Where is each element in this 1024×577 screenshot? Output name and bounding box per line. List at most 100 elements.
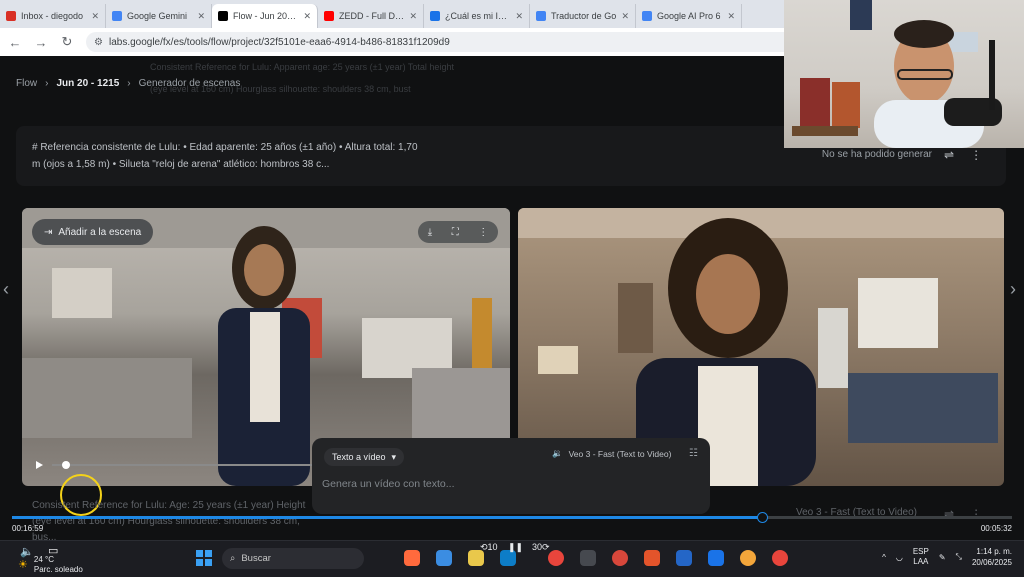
breadcrumb: Flow › Jun 20 - 1215 › Generador de esce…: [16, 78, 240, 89]
add-to-scene-label: Añadir a la escena: [58, 226, 142, 238]
clock-time: 1:14 p. m.: [976, 547, 1012, 556]
close-tab-icon[interactable]: ✕: [409, 11, 417, 22]
language-label: ESP: [912, 547, 929, 556]
tab-title: ¿Cuál es mi IP? U: [445, 11, 510, 21]
language-sub-label: LAA: [913, 557, 929, 566]
close-tab-icon[interactable]: ✕: [303, 11, 311, 22]
chevron-up-icon[interactable]: ^: [882, 553, 886, 562]
taskbar-search[interactable]: ⌕ Buscar: [222, 548, 364, 569]
search-icon: ⌕: [230, 553, 236, 564]
app-icon[interactable]: [612, 550, 628, 566]
play-icon[interactable]: [36, 461, 43, 469]
webcam-frame: [792, 0, 1002, 148]
tab-title: Google Gemini: [127, 11, 188, 21]
browser-tab[interactable]: Google AI Pro 6 ✕: [636, 4, 742, 28]
browser-tab[interactable]: ZEDD - Full DJ S ✕: [318, 4, 424, 28]
prompt-card-actions: ⇌ ⋮: [944, 148, 982, 162]
app-icon[interactable]: [436, 550, 452, 566]
tab-favicon-icon: [430, 11, 440, 21]
mode-selector[interactable]: Texto a vídeo ▾: [324, 448, 405, 466]
windows-start-icon[interactable]: [196, 550, 212, 566]
model-selector[interactable]: 🔉 Veo 3 - Fast (Text to Video): [552, 448, 671, 459]
pause-icon[interactable]: ❚❚: [508, 542, 523, 553]
browser-tab[interactable]: Traductor de Go ✕: [530, 4, 636, 28]
chevron-right-icon: ›: [127, 78, 131, 89]
prompt-input[interactable]: Genera un vídeo con texto...: [322, 478, 455, 490]
browser-tab[interactable]: ¿Cuál es mi IP? U ✕: [424, 4, 530, 28]
weather-temp: 24 °C: [33, 555, 54, 564]
app-icon[interactable]: [580, 550, 596, 566]
windows-taskbar: 🔈 ▭ ☀ 24 °C Parc. soleado ⌕ Buscar ⟲10 ❚…: [0, 540, 1024, 577]
tab-title: Flow - Jun 20 - 1: [233, 11, 299, 21]
url-field[interactable]: ⚙ labs.google/fx/es/tools/flow/project/3…: [86, 32, 834, 52]
close-tab-icon[interactable]: ✕: [727, 11, 735, 22]
player-progress-knob[interactable]: [757, 512, 768, 523]
close-tab-icon[interactable]: ✕: [621, 11, 629, 22]
rewind-10-icon[interactable]: ⟲10: [480, 542, 498, 553]
chrome-icon[interactable]: [772, 550, 788, 566]
breadcrumb-section[interactable]: Generador de escenas: [139, 78, 241, 89]
browser-tab[interactable]: Flow - Jun 20 - 1 ✕: [212, 4, 318, 28]
system-tray: ^ ◡ ESP LAA ✎ ⤡ 1:14 p. m. 20/06/2025: [882, 546, 1012, 568]
elapsed-time: 00:16:59: [12, 524, 44, 533]
site-info-icon[interactable]: ⚙: [94, 37, 103, 48]
clip-toolbar: ⤓ ⛶ ⋮: [418, 221, 498, 243]
browser-tab[interactable]: Google Gemini ✕: [106, 4, 212, 28]
clip-scrubber-track[interactable]: [52, 464, 312, 466]
add-to-scene-button[interactable]: ⇥ Añadir a la escena: [32, 219, 154, 245]
generation-status: No se ha podido generar: [821, 149, 932, 160]
audio-icon: 🔉: [552, 448, 563, 458]
chevron-right-icon: ›: [45, 78, 49, 89]
clip-scrubber-knob[interactable]: [62, 461, 70, 469]
language-indicator[interactable]: ESP LAA: [913, 547, 929, 567]
clock[interactable]: 1:14 p. m. 20/06/2025: [972, 546, 1012, 568]
add-to-scene-icon: ⇥: [44, 226, 53, 238]
chevron-left-icon[interactable]: ‹: [3, 279, 9, 300]
tab-title: Inbox - diegodo: [21, 11, 84, 21]
recording-player: 00:16:59 00:05:32: [0, 502, 1024, 540]
chevron-right-icon[interactable]: ›: [1010, 279, 1016, 300]
tab-title: Traductor de Go: [551, 11, 617, 21]
more-options-icon[interactable]: ⋮: [970, 148, 982, 162]
more-options-icon[interactable]: ⋮: [478, 227, 488, 238]
player-progress-track[interactable]: [12, 512, 1012, 523]
chrome-icon[interactable]: [548, 550, 564, 566]
browser-tab[interactable]: Inbox - diegodo ✕: [0, 4, 106, 28]
ghost-prompt-line-1: Consistent Reference for Lulu: Apparent …: [150, 62, 454, 72]
close-tab-icon[interactable]: ✕: [515, 11, 523, 22]
forward-30-icon[interactable]: 30⟳: [532, 542, 550, 553]
player-progress-fill: [12, 516, 762, 519]
reload-icon[interactable]: ↻: [60, 34, 74, 50]
weather-text: 24 °C Parc. soleado: [34, 555, 83, 575]
chevron-down-icon: ▾: [391, 451, 397, 462]
app-icon[interactable]: [404, 550, 420, 566]
download-icon[interactable]: ⤓: [428, 227, 432, 238]
forward-icon[interactable]: →: [34, 35, 48, 50]
app-icon[interactable]: [708, 550, 724, 566]
model-label: Veo 3 - Fast (Text to Video): [568, 448, 672, 459]
tab-favicon-icon: [324, 11, 334, 21]
tab-favicon-icon: [112, 11, 122, 21]
app-icon[interactable]: [740, 550, 756, 566]
webcam-overlay: [784, 0, 1024, 148]
weather-desc: Parc. soleado: [33, 565, 83, 574]
fullscreen-icon[interactable]: ⛶: [452, 227, 459, 238]
reuse-prompt-icon[interactable]: ⇌: [944, 148, 954, 162]
close-tab-icon[interactable]: ✕: [91, 11, 99, 22]
tab-title: Google AI Pro 6: [657, 11, 721, 21]
back-icon[interactable]: ←: [8, 35, 22, 50]
breadcrumb-root[interactable]: Flow: [16, 78, 37, 89]
fullscreen-exit-icon[interactable]: ⤡: [956, 552, 962, 562]
tab-title: ZEDD - Full DJ S: [339, 11, 405, 21]
powerpoint-icon[interactable]: [644, 550, 660, 566]
breadcrumb-project[interactable]: Jun 20 - 1215: [56, 78, 119, 89]
word-icon[interactable]: [676, 550, 692, 566]
weather-icon: ☀: [18, 559, 28, 571]
weather-widget[interactable]: ☀ 24 °C Parc. soleado: [18, 555, 83, 575]
settings-icon[interactable]: ☷: [689, 448, 698, 459]
wifi-icon[interactable]: ◡: [896, 553, 903, 562]
pen-icon[interactable]: ✎: [939, 553, 946, 562]
taskbar-search-label: Buscar: [241, 553, 271, 564]
prompt-text: # Referencia consistente de Lulu: • Edad…: [32, 142, 418, 170]
close-tab-icon[interactable]: ✕: [197, 11, 205, 22]
